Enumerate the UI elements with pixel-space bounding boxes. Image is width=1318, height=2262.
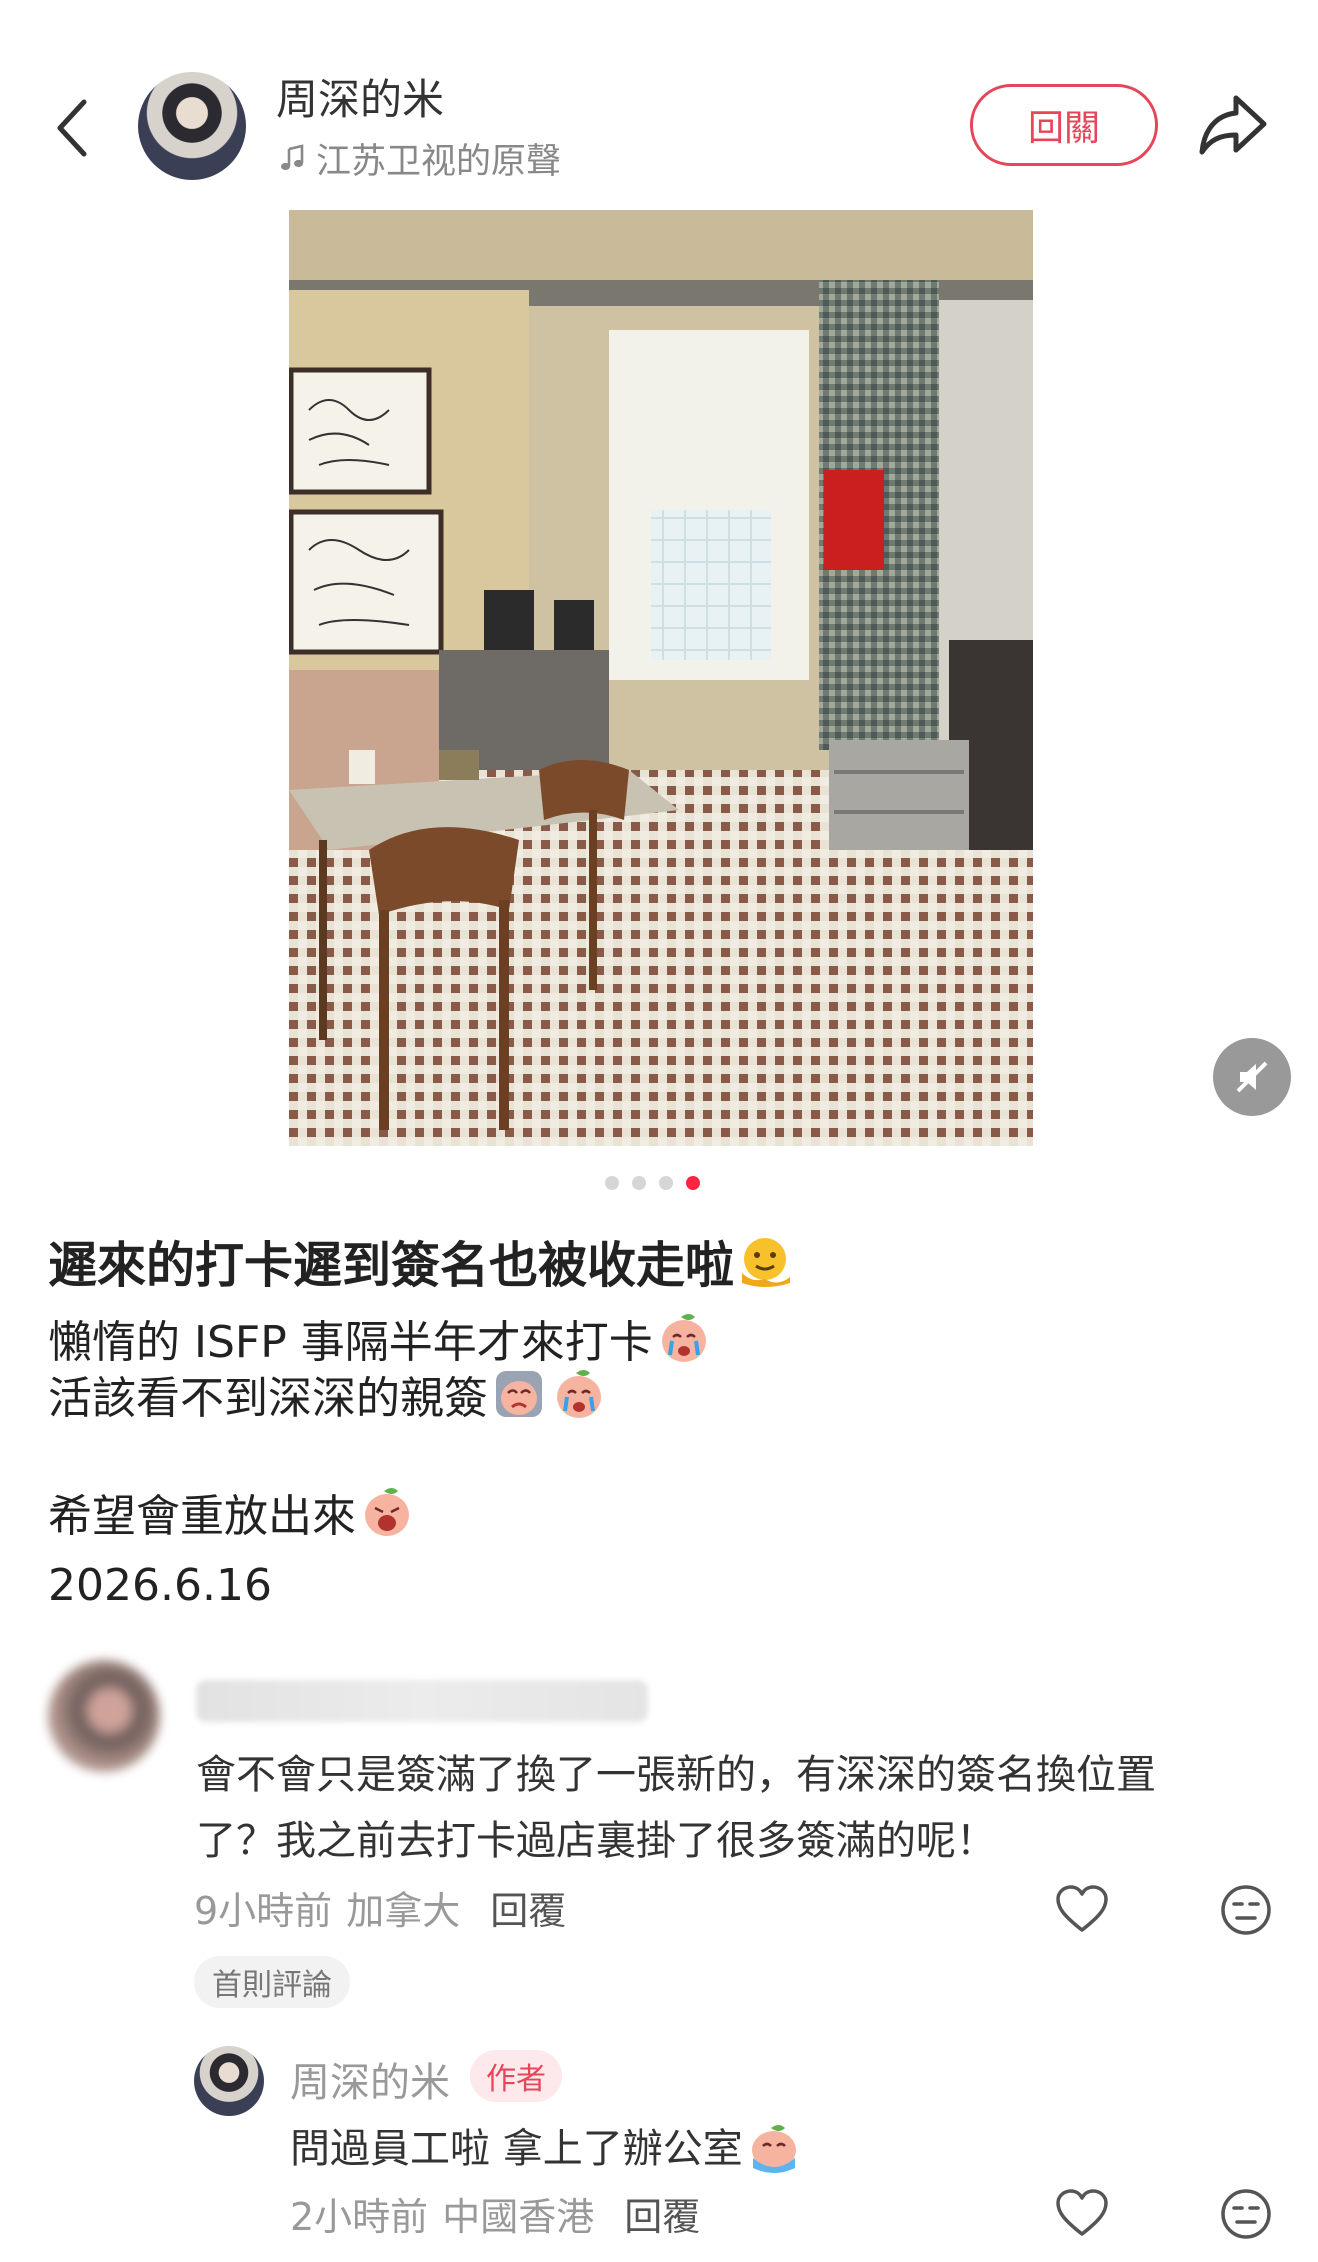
shouting-peach-emoji-icon bbox=[358, 1483, 416, 1541]
follow-back-button[interactable]: 回關 bbox=[970, 84, 1158, 166]
carousel-dot[interactable] bbox=[632, 1176, 646, 1190]
music-note-icon bbox=[281, 144, 304, 171]
reply-author-avatar[interactable] bbox=[194, 2046, 264, 2116]
post-body-line-3: 希望會重放出來 bbox=[48, 1480, 416, 1544]
post-body-line-2: 活該看不到深深的親簽 bbox=[48, 1362, 608, 1426]
reply-text: 問過員工啦 拿上了辦公室 bbox=[290, 2126, 743, 2172]
reply-reply-button[interactable]: 回覆 bbox=[624, 2186, 700, 2241]
reply-time: 2小時前 bbox=[290, 2195, 429, 2239]
author-avatar[interactable] bbox=[138, 72, 246, 180]
crying-bubble-emoji-icon bbox=[745, 2118, 799, 2173]
post-title: 遲來的打卡遲到簽名也被收走啦 bbox=[48, 1226, 794, 1297]
header: 周深的米 江苏卫视的原聲 回關 bbox=[0, 0, 1318, 200]
dislike-face-icon[interactable] bbox=[1218, 1882, 1274, 1938]
music-link[interactable]: 江苏卫视的原聲 bbox=[278, 136, 561, 182]
back-icon bbox=[57, 99, 87, 157]
reply-text-row[interactable]: 問過員工啦 拿上了辦公室 bbox=[290, 2116, 799, 2174]
crying-peach-emoji-icon bbox=[655, 1309, 713, 1367]
heart-icon[interactable] bbox=[1054, 1882, 1110, 1938]
melting-face-emoji-icon bbox=[736, 1233, 794, 1291]
author-badge: 作者 bbox=[470, 2050, 562, 2102]
note-detail-page: 周深的米 江苏卫视的原聲 回關 遲來的打卡遲到簽名也被收走啦 懶惰的 ISFP … bbox=[0, 0, 1318, 2262]
post-title-text: 遲來的打卡遲到簽名也被收走啦 bbox=[48, 1237, 735, 1294]
crying-peach-emoji-icon bbox=[550, 1365, 608, 1423]
comment-location: 加拿大 bbox=[346, 1889, 461, 1933]
carousel-indicator bbox=[605, 1176, 700, 1190]
comment-text[interactable]: 會不會只是簽滿了換了一張新的，有深深的簽名換位置了？我之前去打卡過店裏掛了很多簽… bbox=[196, 1742, 1216, 1874]
carousel-dot[interactable] bbox=[659, 1176, 673, 1190]
comment-meta: 9小時前 加拿大 回覆 bbox=[194, 1880, 566, 1935]
post-date: 2026.6.16 bbox=[48, 1560, 272, 1611]
commenter-avatar[interactable] bbox=[48, 1660, 160, 1772]
mute-button[interactable] bbox=[1213, 1038, 1291, 1116]
upset-face-emoji-icon bbox=[490, 1365, 548, 1423]
post-body-text-1: 懶惰的 ISFP 事隔半年才來打卡 bbox=[48, 1317, 653, 1368]
post-body-text-2: 活該看不到深深的親簽 bbox=[48, 1373, 488, 1424]
music-title: 江苏卫视的原聲 bbox=[316, 141, 562, 182]
post-photo-cha-chaan-teng[interactable] bbox=[289, 210, 1033, 1146]
first-comment-badge: 首則評論 bbox=[194, 1956, 350, 2008]
heart-icon[interactable] bbox=[1054, 2186, 1110, 2242]
comment-time: 9小時前 bbox=[194, 1889, 333, 1933]
mute-icon bbox=[1236, 1061, 1268, 1093]
post-body-text-3: 希望會重放出來 bbox=[48, 1491, 356, 1542]
commenter-name-redacted[interactable] bbox=[196, 1680, 648, 1722]
reply-location: 中國香港 bbox=[442, 2195, 595, 2239]
reply-meta: 2小時前 中國香港 回覆 bbox=[290, 2186, 700, 2241]
share-icon bbox=[1199, 95, 1267, 155]
share-button[interactable] bbox=[1196, 90, 1270, 160]
dislike-face-icon[interactable] bbox=[1218, 2186, 1274, 2242]
carousel-dot[interactable] bbox=[605, 1176, 619, 1190]
comment-reply-button[interactable]: 回覆 bbox=[490, 1880, 566, 1935]
back-button[interactable] bbox=[48, 92, 100, 164]
post-body-line-1: 懶惰的 ISFP 事隔半年才來打卡 bbox=[48, 1306, 713, 1370]
reply-author-name[interactable]: 周深的米 bbox=[290, 2050, 450, 2108]
author-name[interactable]: 周深的米 bbox=[276, 66, 444, 127]
carousel-dot-active[interactable] bbox=[686, 1176, 700, 1190]
